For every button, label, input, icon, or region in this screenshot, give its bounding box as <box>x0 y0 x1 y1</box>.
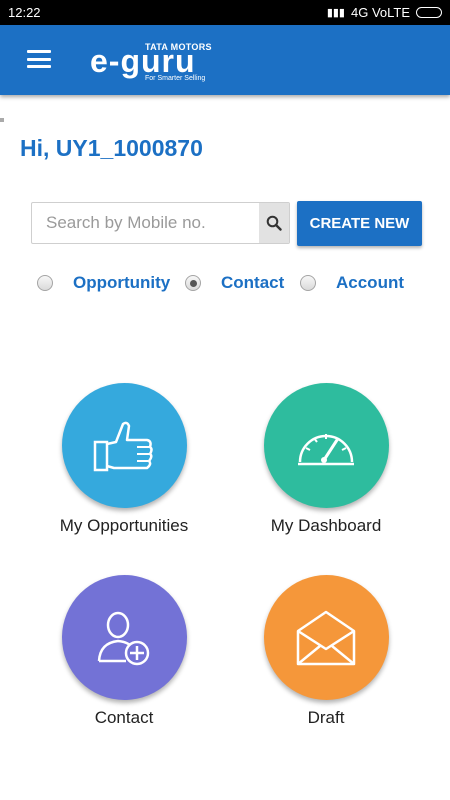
battery-icon <box>416 7 442 18</box>
search-input[interactable] <box>32 203 260 243</box>
status-right: ▮▮▮ 4G VoLTE <box>327 5 442 20</box>
tile-label: Draft <box>307 708 345 727</box>
status-bar: 12:22 ▮▮▮ 4G VoLTE <box>0 0 450 25</box>
envelope-icon <box>296 610 356 665</box>
radio-contact[interactable]: Contact <box>185 270 284 296</box>
radio-label: Contact <box>221 273 285 292</box>
tile-label: Contact <box>94 708 154 727</box>
search-icon <box>266 215 282 231</box>
tile-circle <box>61 383 187 508</box>
radio-label: Opportunity <box>73 273 171 292</box>
signal-icon: ▮▮▮ <box>326 7 345 19</box>
tile-circle <box>263 383 389 508</box>
search-box <box>31 202 290 244</box>
tile-circle <box>263 575 389 700</box>
network-label: 4G VoLTE <box>350 5 410 20</box>
add-contact-icon <box>97 611 150 665</box>
hamburger-menu-icon[interactable] <box>27 50 51 68</box>
status-time: 12:22 <box>8 5 41 20</box>
radio-circle <box>300 275 316 291</box>
tile-label: My Dashboard <box>270 516 382 535</box>
tile-label: My Opportunities <box>59 516 189 535</box>
radio-circle <box>37 275 53 291</box>
logo-brand: TATA MOTORS <box>145 42 212 52</box>
tile-draft[interactable]: Draft <box>226 575 426 728</box>
decorative-dot <box>0 118 4 122</box>
radio-circle-selected <box>185 275 201 291</box>
create-new-button[interactable]: CREATE NEW <box>297 201 422 246</box>
thumbs-up-icon <box>93 421 153 471</box>
radio-account[interactable]: Account <box>300 270 404 296</box>
tile-circle <box>61 575 187 700</box>
logo-tagline: For Smarter Selling <box>145 75 206 82</box>
tile-my-dashboard[interactable]: My Dashboard <box>226 383 426 536</box>
app-bar: e-guru TATA MOTORS For Smarter Selling <box>0 25 450 95</box>
tile-contact[interactable]: Contact <box>24 575 224 728</box>
search-button[interactable] <box>259 203 289 243</box>
greeting-text: Hi, UY1_1000870 <box>20 135 203 161</box>
radio-opportunity[interactable]: Opportunity <box>37 270 170 296</box>
speedometer-icon <box>298 433 354 465</box>
radio-label: Account <box>336 273 404 292</box>
tile-my-opportunities[interactable]: My Opportunities <box>24 383 224 536</box>
